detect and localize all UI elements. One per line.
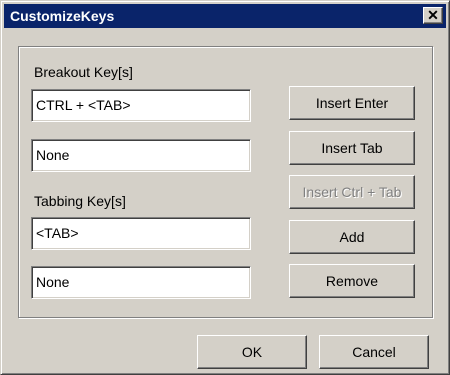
cancel-label: Cancel <box>352 344 396 360</box>
breakout-key-field-1[interactable]: CTRL + <TAB> <box>31 89 251 122</box>
insert-ctrl-tab-label: Insert Ctrl + Tab <box>302 184 402 200</box>
ok-button[interactable]: OK <box>197 335 307 369</box>
ok-label: OK <box>241 344 263 360</box>
tabbing-key-field-2[interactable]: None <box>31 266 251 299</box>
window-title: CustomizeKeys <box>10 8 115 24</box>
tabbing-keys-label: Tabbing Key[s] <box>34 193 126 209</box>
add-label: Add <box>339 229 365 245</box>
customize-keys-dialog: CustomizeKeys ✕ Breakout Key[s] CTRL + <… <box>0 0 450 375</box>
close-button[interactable]: ✕ <box>423 7 443 24</box>
remove-label: Remove <box>325 273 379 289</box>
add-button[interactable]: Add <box>289 220 415 254</box>
breakout-keys-label: Breakout Key[s] <box>34 64 133 80</box>
insert-enter-label: Insert Enter <box>315 95 389 111</box>
insert-enter-button[interactable]: Insert Enter <box>289 86 415 120</box>
insert-ctrl-tab-button[interactable]: Insert Ctrl + Tab <box>289 175 415 209</box>
cancel-button[interactable]: Cancel <box>319 335 429 369</box>
tabbing-key-field-1[interactable]: <TAB> <box>31 217 251 250</box>
insert-tab-label: Insert Tab <box>321 140 383 156</box>
remove-button[interactable]: Remove <box>289 264 415 298</box>
title-bar[interactable]: CustomizeKeys ✕ <box>4 4 446 28</box>
breakout-key-field-2[interactable]: None <box>31 139 251 172</box>
close-icon: ✕ <box>427 7 439 23</box>
insert-tab-button[interactable]: Insert Tab <box>289 131 415 165</box>
